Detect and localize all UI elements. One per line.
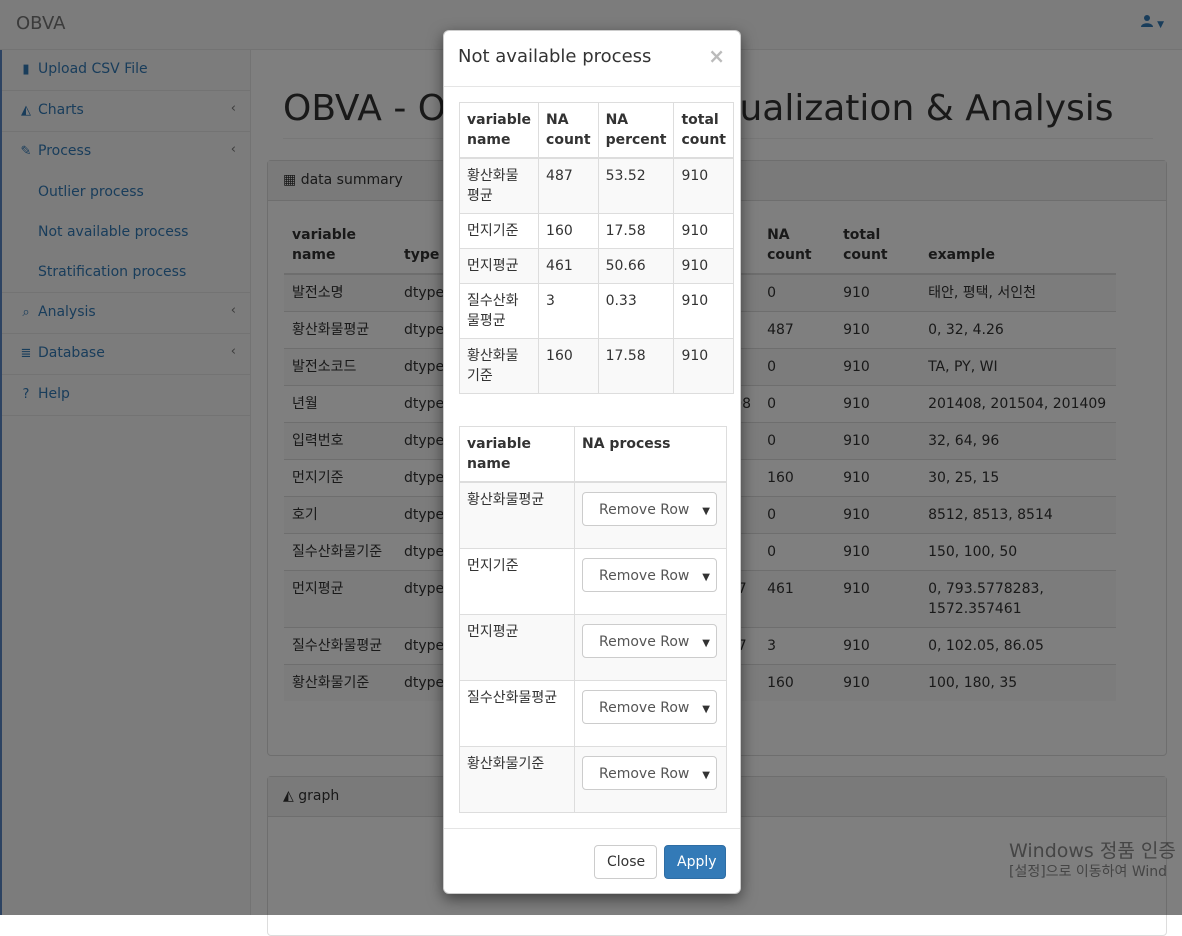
- table-cell: 53.52: [597, 157, 675, 214]
- caret-down-icon: ▼: [702, 637, 710, 649]
- table-cell: 487: [538, 157, 599, 214]
- table-cell: 910: [673, 338, 734, 394]
- na-process-cell: Remove Row ▼: [574, 613, 727, 681]
- table-cell: 3: [538, 283, 599, 339]
- na-process-table: variable name NA process 황산화물평균 Remove Ro…: [459, 426, 727, 813]
- table-cell: 17.58: [597, 213, 675, 249]
- na-process-cell: Remove Row ▼: [574, 745, 727, 813]
- table-cell: 160: [538, 213, 599, 249]
- table-row: 황산화물평균 Remove Row ▼: [459, 481, 727, 549]
- na-process-cell: Remove Row ▼: [574, 679, 727, 747]
- na-process-cell: Remove Row ▼: [574, 481, 727, 549]
- apply-button[interactable]: Apply: [664, 845, 726, 879]
- table-header: NA percent: [597, 102, 675, 159]
- table-row: 먼지기준 Remove Row ▼: [459, 547, 727, 615]
- table-cell: 50.66: [597, 248, 675, 284]
- na-process-select[interactable]: Remove Row ▼: [582, 689, 717, 724]
- caret-down-icon: ▼: [702, 769, 710, 781]
- caret-down-icon: ▼: [702, 506, 710, 517]
- variable-name-cell: 황산화물평균: [459, 481, 575, 549]
- table-cell: 먼지기준: [458, 213, 540, 249]
- na-summary-table: variable name NA count NA percent total …: [458, 102, 734, 394]
- modal-title: Not available process: [458, 46, 652, 67]
- variable-name-cell: 먼지기준: [459, 547, 575, 615]
- table-cell: 0.33: [597, 283, 675, 339]
- na-process-modal: Not available process × variable name NA…: [443, 30, 741, 894]
- na-process-select[interactable]: Remove Row ▼: [582, 755, 717, 790]
- select-value: Remove Row: [599, 765, 690, 782]
- select-value: Remove Row: [599, 567, 690, 584]
- variable-name-cell: 먼지평균: [459, 613, 575, 681]
- table-header: NA process: [574, 426, 727, 483]
- na-process-select[interactable]: Remove Row ▼: [582, 623, 717, 658]
- table-cell: 910: [673, 248, 734, 284]
- select-value: Remove Row: [599, 699, 690, 716]
- table-cell: 910: [673, 157, 734, 214]
- select-value: Remove Row: [599, 633, 690, 650]
- na-process-select[interactable]: Remove Row ▼: [582, 557, 717, 592]
- modal-header: Not available process ×: [444, 31, 740, 87]
- table-cell: 황산화물기준: [458, 338, 540, 394]
- table-cell: 질수산화물평균: [458, 283, 540, 339]
- table-row: 먼지평균 Remove Row ▼: [459, 613, 727, 681]
- table-row: 황산화물평균 487 53.52 910: [458, 157, 734, 214]
- close-button[interactable]: Close: [594, 845, 657, 879]
- table-cell: 먼지평균: [458, 248, 540, 284]
- table-row: 황산화물기준 160 17.58 910: [458, 338, 734, 394]
- table-cell: 910: [673, 283, 734, 339]
- table-header: variable name: [459, 426, 575, 483]
- table-header: total count: [673, 102, 734, 159]
- modal-footer: Close Apply: [444, 828, 740, 893]
- table-cell: 황산화물평균: [458, 157, 540, 214]
- na-process-cell: Remove Row ▼: [574, 547, 727, 615]
- table-cell: 461: [538, 248, 599, 284]
- table-row: 질수산화물평균 Remove Row ▼: [459, 679, 727, 747]
- table-header: NA count: [538, 102, 599, 159]
- table-header: variable name: [458, 102, 540, 159]
- table-cell: 17.58: [597, 338, 675, 394]
- variable-name-cell: 질수산화물평균: [459, 679, 575, 747]
- na-process-select[interactable]: Remove Row ▼: [582, 492, 717, 526]
- table-row: 황산화물기준 Remove Row ▼: [459, 745, 727, 813]
- variable-name-cell: 황산화물기준: [459, 745, 575, 813]
- table-cell: 910: [673, 213, 734, 249]
- close-icon[interactable]: ×: [708, 44, 725, 68]
- table-cell: 160: [538, 338, 599, 394]
- caret-down-icon: ▼: [702, 571, 710, 583]
- select-value: Remove Row: [599, 502, 690, 518]
- table-row: 먼지평균 461 50.66 910: [458, 248, 734, 284]
- caret-down-icon: ▼: [702, 703, 710, 715]
- table-row: 질수산화물평균 3 0.33 910: [458, 283, 734, 339]
- table-row: 먼지기준 160 17.58 910: [458, 213, 734, 249]
